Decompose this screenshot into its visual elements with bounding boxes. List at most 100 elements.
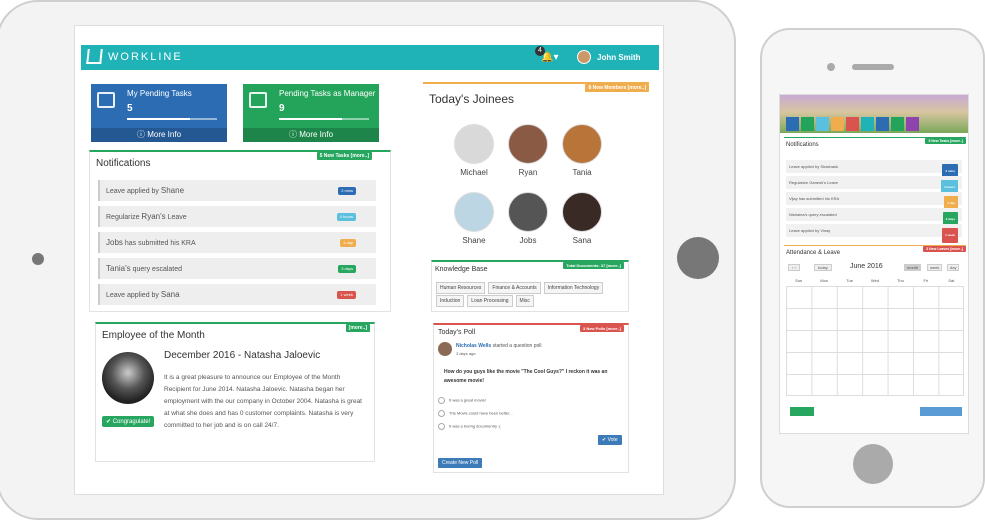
joinee-card[interactable]: Sana: [561, 192, 603, 245]
create-poll-button[interactable]: Create New Poll: [438, 458, 483, 468]
quick-link-tile[interactable]: [891, 117, 904, 131]
workline-logo-icon: [86, 49, 103, 64]
joinee-photo: [508, 192, 548, 232]
calendar-grid[interactable]: [786, 286, 964, 396]
tablet-camera: [32, 253, 44, 265]
regularize-button[interactable]: REGULARIZE: [920, 407, 962, 421]
more-link[interactable]: [more..]: [345, 324, 370, 332]
quick-link-tile[interactable]: [801, 117, 814, 131]
quick-link-tile[interactable]: [861, 117, 874, 131]
week-view-button[interactable]: week: [927, 264, 943, 271]
quick-link-tile[interactable]: [831, 117, 844, 131]
eom-heading: December 2016 - Natasha Jaloevic: [164, 350, 321, 361]
server-icon: [97, 92, 115, 108]
joinee-card[interactable]: Ryan: [507, 124, 549, 177]
new-members-link[interactable]: 8 New Members [more..]: [585, 84, 649, 92]
joinee-photo: [562, 192, 602, 232]
notification-item[interactable]: Leave applied by Sana 1 week: [98, 284, 376, 305]
prev-month-button[interactable]: ‹ ›: [788, 264, 800, 271]
check-icon: ✔: [106, 419, 112, 425]
top-navbar: WORKLINE 4 🔔▾ John Smith: [81, 45, 659, 70]
joinee-photo: [454, 192, 494, 232]
phone-home-button: [853, 444, 893, 484]
avatar: [438, 342, 452, 356]
joinee-photo: [454, 124, 494, 164]
poll-author: Nicholas Wells: [456, 343, 492, 349]
joinee-photo: [508, 124, 548, 164]
vote-button[interactable]: ✔ Vote: [598, 435, 622, 445]
phone-notifications-panel: Notifications 5 New Tasks [more..] Leave…: [784, 137, 966, 243]
quick-link-tile[interactable]: [846, 117, 859, 131]
poll-option[interactable]: The Movie could have been better...: [438, 410, 513, 417]
today-button[interactable]: today: [814, 264, 832, 271]
bell-count-badge: 4: [535, 46, 545, 56]
knowledge-base-panel: Knowledge Base Total Documents: 37 [more…: [431, 260, 629, 312]
quick-links: [786, 117, 919, 131]
new-tasks-link[interactable]: 5 New Tasks [more..]: [316, 152, 372, 160]
kb-category[interactable]: Induction: [436, 295, 465, 307]
calendar-month-title: June 2016: [850, 263, 883, 270]
joinee-card[interactable]: Michael: [453, 124, 495, 177]
panel-title: Employee of the Month: [102, 330, 205, 341]
quick-link-tile[interactable]: [816, 117, 829, 131]
apply-button[interactable]: APPLY: [790, 407, 814, 421]
notification-item[interactable]: Nishaina's query escalated 3 days: [786, 208, 962, 227]
notification-item[interactable]: Regularize Ryan's Leave 4 hours: [98, 206, 376, 227]
notification-item[interactable]: Jobs has submitted his KRA 1 day: [98, 232, 376, 253]
quick-link-tile[interactable]: [906, 117, 919, 131]
kb-categories-row: Induction Loan Processing Misc: [436, 295, 534, 307]
month-view-button[interactable]: month: [904, 264, 922, 271]
joinee-photo: [562, 124, 602, 164]
grid-icon: [249, 92, 267, 108]
more-info-link[interactable]: ⓘ More Info: [91, 128, 227, 142]
new-polls-link[interactable]: 3 New Polls [more..]: [579, 325, 624, 332]
quick-link-tile[interactable]: [786, 117, 799, 131]
tablet-home-button: [677, 237, 719, 279]
avatar: [577, 50, 591, 64]
kb-category[interactable]: Misc: [515, 295, 534, 307]
notification-item[interactable]: Tania's query escalated 3 days: [98, 258, 376, 279]
notification-bell[interactable]: 4 🔔▾: [535, 46, 558, 63]
joinee-card[interactable]: Jobs: [507, 192, 549, 245]
manager-pending-tasks-tile[interactable]: Pending Tasks as Manager 9 ⓘ More Info: [243, 84, 379, 142]
joinee-card[interactable]: Tania: [561, 124, 603, 177]
notification-item[interactable]: Leave applied by Vinay 1 week: [786, 224, 962, 243]
todays-joinees-panel: Today's Joinees 8 New Members [more..] M…: [423, 82, 649, 252]
day-view-button[interactable]: day: [947, 264, 960, 271]
tablet-screen: WORKLINE 4 🔔▾ John Smith My Pending Tasks…: [74, 25, 664, 495]
panel-title: Today's Joinees: [429, 92, 515, 106]
kb-category[interactable]: Loan Processing: [467, 295, 513, 307]
panel-title: Today's Poll: [438, 329, 476, 336]
quick-link-tile[interactable]: [876, 117, 889, 131]
notification-item[interactable]: Leave applied by Shane 2 mins: [98, 180, 376, 201]
kb-category[interactable]: Finance & Accounts: [488, 282, 541, 294]
more-info-link[interactable]: ⓘ More Info: [243, 128, 379, 142]
joinee-card[interactable]: Shane: [453, 192, 495, 245]
notification-item[interactable]: Regularize Ganesh's Leave 4 hours: [786, 176, 962, 195]
phone-camera: [827, 63, 835, 71]
eom-text: It is a great pleasure to announce our E…: [164, 374, 362, 429]
poll-question: How do you guys like the movie "The Cool…: [444, 369, 608, 384]
employee-photo: [102, 352, 154, 404]
brand-logo[interactable]: WORKLINE: [86, 49, 183, 64]
poll-option[interactable]: It was a boring documentry :(: [438, 423, 501, 430]
notifications-panel: Notifications 5 New Tasks [more..] Leave…: [89, 150, 391, 312]
kb-category[interactable]: Human Resources: [436, 282, 486, 294]
phone-screen: Notifications 5 New Tasks [more..] Leave…: [779, 94, 969, 434]
notification-item[interactable]: Leave applied by Shashank 2 mins: [786, 160, 962, 179]
employee-of-month-panel: Employee of the Month [more..] December …: [95, 322, 375, 462]
congratulate-button[interactable]: ✔ Congragulate!: [102, 416, 155, 427]
notification-item[interactable]: Vijay has submitted his KRA 1 day: [786, 192, 962, 211]
kb-category[interactable]: Information Technology: [543, 282, 604, 294]
my-pending-tasks-tile[interactable]: My Pending Tasks 5 ⓘ More Info: [91, 84, 227, 142]
new-leaves-link[interactable]: 3 New Leaves [more..]: [923, 246, 966, 252]
poll-option[interactable]: It was a great movie!: [438, 397, 486, 404]
calendar-day-headers: Sun Mon Tue Wed Thu Fri Sat: [795, 278, 955, 283]
poll-time: 3 days ago: [456, 351, 476, 356]
new-tasks-link[interactable]: 5 New Tasks [more..]: [925, 138, 966, 144]
user-menu[interactable]: John Smith: [577, 50, 641, 64]
progress-bar: [279, 118, 369, 120]
total-documents-link[interactable]: Total Documents: 37 [more..]: [563, 262, 624, 269]
panel-title: Notifications: [96, 158, 151, 169]
attendance-leave-panel: Attendance & Leave 3 New Leaves [more..]…: [784, 245, 966, 425]
